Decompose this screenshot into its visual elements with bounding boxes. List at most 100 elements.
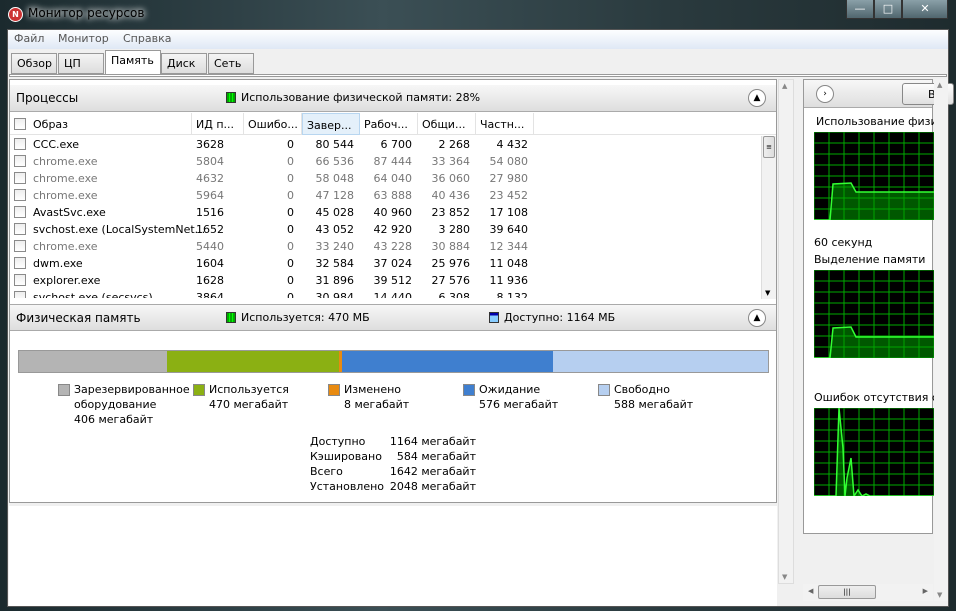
- row-checkbox[interactable]: [14, 138, 26, 150]
- table-row[interactable]: svchost.exe (secsvcs) 3864 0 30 984 14 440 6 …: [10, 289, 760, 298]
- physical-memory-header[interactable]: Физическая память Используется: 470 МБ Д…: [10, 304, 776, 331]
- table-row[interactable]: dwm.exe 1604 0 32 584 37 024 25 976 11 048: [10, 255, 760, 272]
- left-panel: Процессы Использование физической памяти…: [9, 79, 777, 503]
- physical-usage-label: Использование физической памяти: 28%: [241, 91, 481, 104]
- col-private[interactable]: Частн...: [476, 113, 534, 135]
- select-all-checkbox[interactable]: [14, 118, 26, 130]
- cell-pid: 5440: [196, 240, 224, 253]
- collapse-processes-button[interactable]: ▲: [748, 89, 766, 107]
- menu-file[interactable]: Файл: [14, 32, 44, 45]
- table-row[interactable]: explorer.exe 1628 0 31 896 39 512 27 576 11 93…: [10, 272, 760, 289]
- cell-faults: 0: [287, 257, 294, 270]
- row-checkbox[interactable]: [14, 291, 26, 298]
- right-panel: › В Использование физи 60 секунд Выделен…: [803, 79, 954, 534]
- close-button[interactable]: ✕: [902, 0, 948, 19]
- expand-arrow-button[interactable]: ›: [816, 85, 834, 103]
- cell-pid: 4632: [196, 172, 224, 185]
- cell-faults: 0: [287, 240, 294, 253]
- legend-value: 576 мегабайт: [479, 398, 559, 411]
- usage-indicator-icon: [226, 92, 236, 103]
- table-row[interactable]: chrome.exe 5804 0 66 536 87 444 33 364 54 080: [10, 153, 760, 170]
- scroll-thumb[interactable]: ≡: [763, 136, 775, 158]
- hscroll-thumb[interactable]: |||: [818, 585, 876, 599]
- row-checkbox[interactable]: [14, 240, 26, 252]
- tab-cpu[interactable]: ЦП: [58, 53, 104, 74]
- graphs-header: › В: [804, 80, 954, 108]
- table-row[interactable]: chrome.exe 4632 0 58 048 64 040 36 060 27 980: [10, 170, 760, 187]
- row-checkbox[interactable]: [14, 206, 26, 218]
- summary-row: Доступно 1164 мегабайт: [310, 435, 510, 450]
- processes-header[interactable]: Процессы Использование физической памяти…: [10, 85, 776, 112]
- graph2-label: Выделение памяти: [814, 253, 926, 266]
- cell-faults: 0: [287, 206, 294, 219]
- col-image[interactable]: Образ: [29, 113, 192, 135]
- process-list-scrollbar[interactable]: ≡ ▼: [761, 136, 776, 299]
- cell-private: 11 936: [489, 274, 529, 287]
- menu-help[interactable]: Справка: [123, 32, 171, 45]
- cell-faults: 0: [287, 274, 294, 287]
- col-faults[interactable]: Ошибо...: [244, 113, 302, 135]
- summary-row: Кэшировано 584 мегабайт: [310, 450, 510, 465]
- cell-working: 43 228: [373, 240, 413, 253]
- available-label: Доступно: 1164 МБ: [504, 311, 616, 324]
- tab-overview[interactable]: Обзор: [11, 53, 57, 74]
- table-row[interactable]: AvastSvc.exe 1516 0 45 028 40 960 23 852 17 10…: [10, 204, 760, 221]
- menu-monitor[interactable]: Монитор: [58, 32, 109, 45]
- row-checkbox[interactable]: [14, 274, 26, 286]
- scroll-down-icon[interactable]: ▼: [765, 289, 770, 297]
- col-commit[interactable]: Завер...: [302, 113, 360, 135]
- memory-bar: [18, 350, 769, 373]
- splitter-scrollbar[interactable]: ▲ ▼: [778, 79, 794, 584]
- table-row[interactable]: chrome.exe 5440 0 33 240 43 228 30 884 12 344: [10, 238, 760, 255]
- legend-item: Свободно 588 мегабайт: [598, 382, 724, 412]
- row-checkbox[interactable]: [14, 172, 26, 184]
- cell-commit: 43 052: [315, 223, 355, 236]
- col-pid[interactable]: ИД п...: [192, 113, 244, 135]
- cell-shared: 6 308: [438, 291, 471, 298]
- cell-shared: 33 364: [431, 155, 471, 168]
- cell-commit: 80 544: [315, 138, 355, 151]
- column-header-row: Образ ИД п... Ошибо... Завер... Рабоч...…: [10, 113, 776, 135]
- tab-memory[interactable]: Память: [105, 50, 161, 75]
- minimize-button[interactable]: —: [846, 0, 874, 19]
- cell-commit: 58 048: [315, 172, 355, 185]
- row-checkbox[interactable]: [14, 223, 26, 235]
- summary-value: 1642 мегабайт: [389, 465, 476, 478]
- row-checkbox[interactable]: [14, 189, 26, 201]
- cell-shared: 40 436: [431, 189, 471, 202]
- cell-commit: 31 896: [315, 274, 355, 287]
- horizontal-scrollbar[interactable]: ◀ ||| ▶: [803, 584, 933, 601]
- right-vertical-scrollbar[interactable]: ▲ ▼: [934, 79, 948, 601]
- table-row[interactable]: CCC.exe 3628 0 80 544 6 700 2 268 4 432: [10, 136, 760, 153]
- maximize-button[interactable]: □: [874, 0, 902, 19]
- used-indicator-icon: [226, 312, 236, 323]
- summary-label: Установлено: [310, 480, 385, 493]
- summary-value: 584 мегабайт: [396, 450, 476, 463]
- table-row[interactable]: chrome.exe 5964 0 47 128 63 888 40 436 23 452: [10, 187, 760, 204]
- table-row[interactable]: svchost.exe (LocalSystemNet... 1652 0 43 05…: [10, 221, 760, 238]
- cell-commit: 47 128: [315, 189, 355, 202]
- cell-name: svchost.exe (secsvcs): [33, 291, 153, 298]
- memory-segment: [167, 351, 340, 372]
- legend-item: Ожидание 576 мегабайт: [463, 382, 589, 412]
- title-bar: N Монитор ресурсов — □ ✕: [0, 0, 956, 30]
- legend-name: Изменено: [344, 383, 402, 396]
- row-checkbox[interactable]: [14, 257, 26, 269]
- cell-name: chrome.exe: [33, 172, 98, 185]
- row-checkbox[interactable]: [14, 155, 26, 167]
- hard-faults-graph: [814, 408, 934, 496]
- cell-private: 8 132: [496, 291, 529, 298]
- col-working[interactable]: Рабоч...: [360, 113, 418, 135]
- cell-faults: 0: [287, 291, 294, 298]
- col-shared[interactable]: Общи...: [418, 113, 476, 135]
- legend-value: 588 мегабайт: [614, 398, 694, 411]
- cell-shared: 25 976: [431, 257, 471, 270]
- cell-shared: 2 268: [438, 138, 471, 151]
- legend-item: Используется 470 мегабайт: [193, 382, 319, 412]
- collapse-physical-button[interactable]: ▲: [748, 309, 766, 327]
- tab-disk[interactable]: Диск: [161, 53, 207, 74]
- physical-memory-title: Физическая память: [16, 311, 141, 325]
- graph3-label: Ошибок отсутствия с: [814, 391, 934, 404]
- tab-network[interactable]: Сеть: [208, 53, 254, 74]
- cell-name: CCC.exe: [33, 138, 80, 151]
